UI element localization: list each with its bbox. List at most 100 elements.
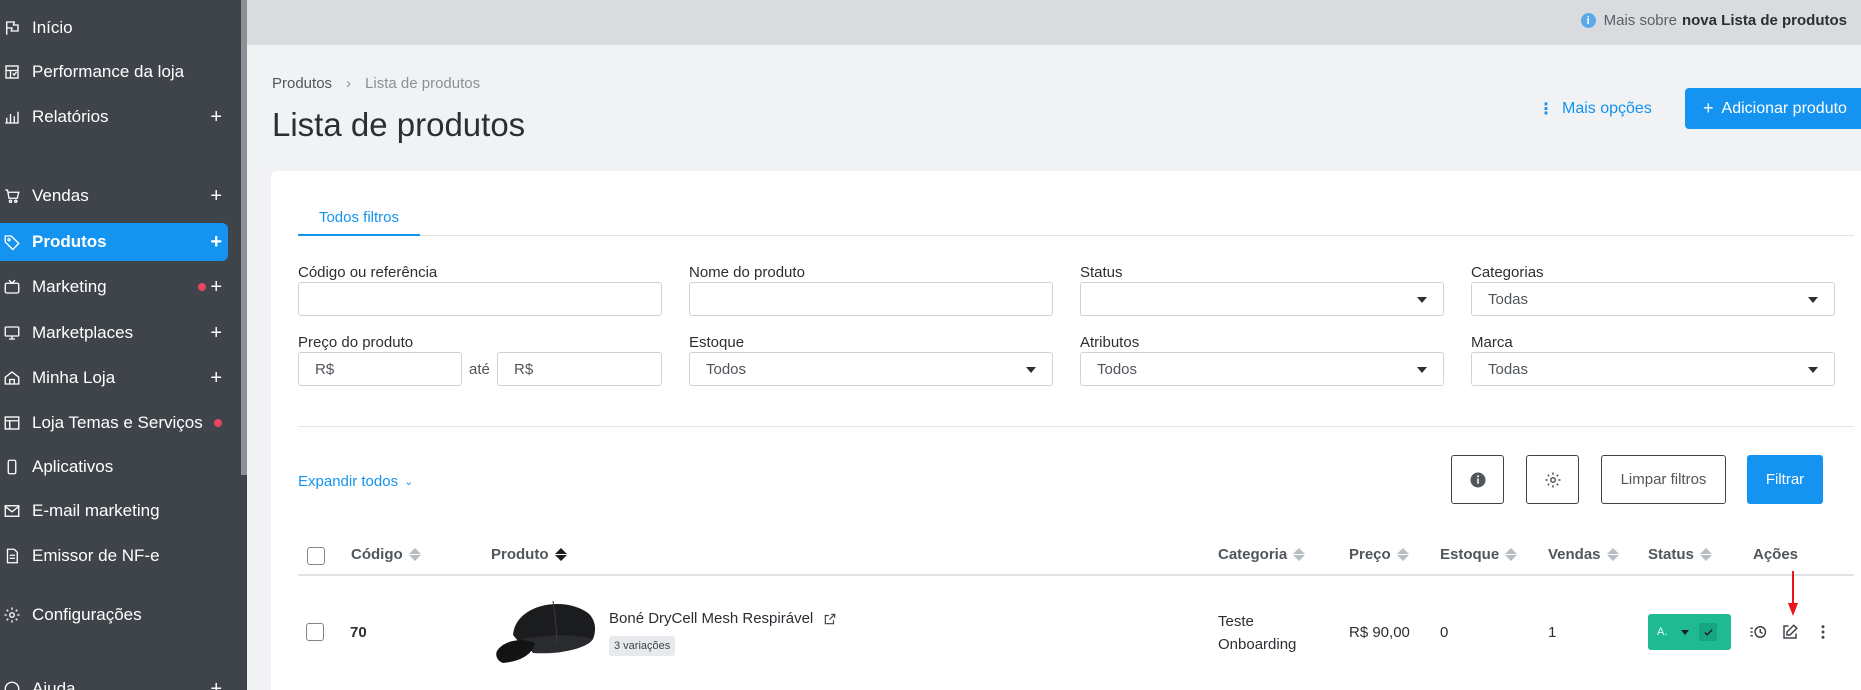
- monitor-icon: [0, 321, 24, 345]
- row-price: R$ 90,00: [1349, 624, 1410, 641]
- chevron-down-icon: [1026, 367, 1036, 373]
- sidebar-item-configuracoes[interactable]: Configurações: [0, 596, 228, 634]
- breadcrumb-produtos[interactable]: Produtos: [272, 75, 332, 92]
- sort-icon: [1293, 548, 1306, 561]
- column-sales[interactable]: Vendas: [1548, 546, 1619, 563]
- phone-icon: [0, 455, 24, 479]
- sort-icon: [408, 548, 421, 561]
- sidebar-item-label: Performance da loja: [32, 62, 185, 81]
- sidebar-item-produtos[interactable]: Produtos +: [0, 223, 228, 261]
- add-product-label: Adicionar produto: [1721, 99, 1847, 117]
- select-all-checkbox[interactable]: [307, 547, 325, 565]
- sidebar-item-label: Relatórios: [32, 107, 109, 126]
- column-code[interactable]: Código: [351, 546, 421, 563]
- table-header: Código Produto Categoria Preço Estoque V…: [298, 536, 1854, 576]
- confirm-status-button[interactable]: [1699, 623, 1718, 641]
- column-price[interactable]: Preço: [1349, 546, 1409, 563]
- product-name-link[interactable]: Boné DryCell Mesh Respirável: [609, 610, 837, 627]
- cart-icon: [0, 184, 24, 208]
- column-label: Código: [351, 546, 403, 563]
- tab-todos-filtros[interactable]: Todos filtros: [298, 206, 420, 236]
- chevron-down-icon: [1808, 297, 1818, 303]
- sort-icon: [1505, 548, 1518, 561]
- expand-plus-icon[interactable]: +: [210, 185, 222, 208]
- expand-plus-icon[interactable]: +: [210, 322, 222, 345]
- code-label: Código ou referência: [298, 264, 438, 281]
- add-product-button[interactable]: + Adicionar produto: [1685, 88, 1861, 129]
- variations-badge[interactable]: 3 variações: [609, 636, 676, 656]
- new-list-info-link[interactable]: i Mais sobre nova Lista de produtos: [1580, 12, 1847, 29]
- row-category-line1: Teste: [1218, 613, 1254, 630]
- tv-icon: [0, 275, 24, 299]
- expand-plus-icon[interactable]: +: [210, 231, 222, 254]
- sidebar-item-vendas[interactable]: Vendas +: [0, 177, 228, 215]
- more-options-label: Mais opções: [1562, 100, 1652, 117]
- column-category[interactable]: Categoria: [1218, 546, 1306, 563]
- name-input[interactable]: [689, 282, 1053, 316]
- sidebar-item-label: Marketplaces: [32, 323, 134, 342]
- breadcrumb-separator-icon: ›: [346, 75, 352, 92]
- expand-plus-icon[interactable]: +: [210, 276, 222, 299]
- categories-select[interactable]: Todas: [1471, 282, 1835, 316]
- edit-icon[interactable]: [1781, 623, 1799, 641]
- categories-label: Categorias: [1471, 264, 1544, 281]
- chevron-down-icon: [1681, 629, 1690, 635]
- info-button[interactable]: [1451, 455, 1504, 504]
- sidebar-item-marketplaces[interactable]: Marketplaces +: [0, 314, 228, 352]
- price-from-input[interactable]: R$: [298, 352, 462, 386]
- brand-select[interactable]: Todas: [1471, 352, 1835, 386]
- expand-plus-icon[interactable]: +: [210, 367, 222, 390]
- attributes-label: Atributos: [1080, 334, 1140, 351]
- sidebar-item-relatorios[interactable]: Relatórios +: [0, 98, 228, 136]
- sidebar-item-temas[interactable]: Loja Temas e Serviços: [0, 404, 228, 442]
- expand-plus-icon[interactable]: +: [210, 106, 222, 129]
- stock-select[interactable]: Todos: [689, 352, 1053, 386]
- row-sales: 1: [1548, 624, 1557, 641]
- sidebar-item-label: Emissor de NF-e: [32, 546, 160, 565]
- code-input[interactable]: [298, 282, 662, 316]
- expand-plus-icon[interactable]: +: [210, 678, 222, 690]
- sidebar-item-label: Marketing: [32, 277, 107, 296]
- product-name: Boné DryCell Mesh Respirável: [609, 610, 814, 627]
- sidebar-item-marketing[interactable]: Marketing +: [0, 268, 228, 306]
- history-icon[interactable]: [1749, 623, 1767, 641]
- expand-all-button[interactable]: Expandir todos ⌄: [298, 473, 413, 490]
- sidebar-item-nfe[interactable]: Emissor de NF-e: [0, 537, 228, 575]
- settings-button[interactable]: [1526, 455, 1579, 504]
- brand-label: Marca: [1471, 334, 1513, 351]
- column-status[interactable]: Status: [1648, 546, 1712, 563]
- sidebar-item-label: Aplicativos: [32, 457, 114, 476]
- column-label: Status: [1648, 546, 1694, 563]
- column-product[interactable]: Produto: [491, 546, 567, 563]
- sort-icon: [1699, 548, 1712, 561]
- sidebar-item-label: Minha Loja: [32, 368, 116, 387]
- document-icon: [0, 544, 24, 568]
- clear-filters-button[interactable]: Limpar filtros: [1601, 455, 1726, 504]
- sort-icon: [554, 548, 567, 561]
- status-select[interactable]: [1080, 282, 1444, 316]
- sidebar-scrollbar[interactable]: [241, 0, 247, 475]
- page-title: Lista de produtos: [272, 106, 526, 143]
- sidebar-item-minha-loja[interactable]: Minha Loja +: [0, 359, 228, 397]
- filter-button[interactable]: Filtrar: [1747, 455, 1823, 504]
- sidebar-item-performance[interactable]: Performance da loja: [0, 53, 228, 91]
- breadcrumb-current: Lista de produtos: [365, 75, 481, 92]
- sidebar-item-aplicativos[interactable]: Aplicativos: [0, 448, 228, 486]
- more-vertical-icon[interactable]: [1814, 623, 1832, 641]
- column-label: Estoque: [1440, 546, 1500, 563]
- plus-icon: +: [1703, 98, 1714, 118]
- product-thumbnail[interactable]: [493, 595, 598, 668]
- sidebar-item-ajuda[interactable]: Ajuda +: [0, 670, 228, 690]
- sidebar-item-inicio[interactable]: Início: [0, 9, 228, 47]
- row-checkbox[interactable]: [306, 623, 324, 641]
- price-to-input[interactable]: R$: [497, 352, 662, 386]
- currency-prefix: R$: [514, 360, 534, 378]
- column-stock[interactable]: Estoque: [1440, 546, 1518, 563]
- more-options-button[interactable]: ⋮ Mais opções: [1538, 99, 1652, 119]
- external-link-icon[interactable]: [823, 612, 837, 626]
- status-dropdown[interactable]: A.: [1648, 614, 1731, 650]
- sidebar-item-email-marketing[interactable]: E-mail marketing: [0, 492, 228, 530]
- flag-icon: [0, 16, 24, 40]
- attributes-select[interactable]: Todos: [1080, 352, 1444, 386]
- sidebar-item-label: E-mail marketing: [32, 501, 160, 520]
